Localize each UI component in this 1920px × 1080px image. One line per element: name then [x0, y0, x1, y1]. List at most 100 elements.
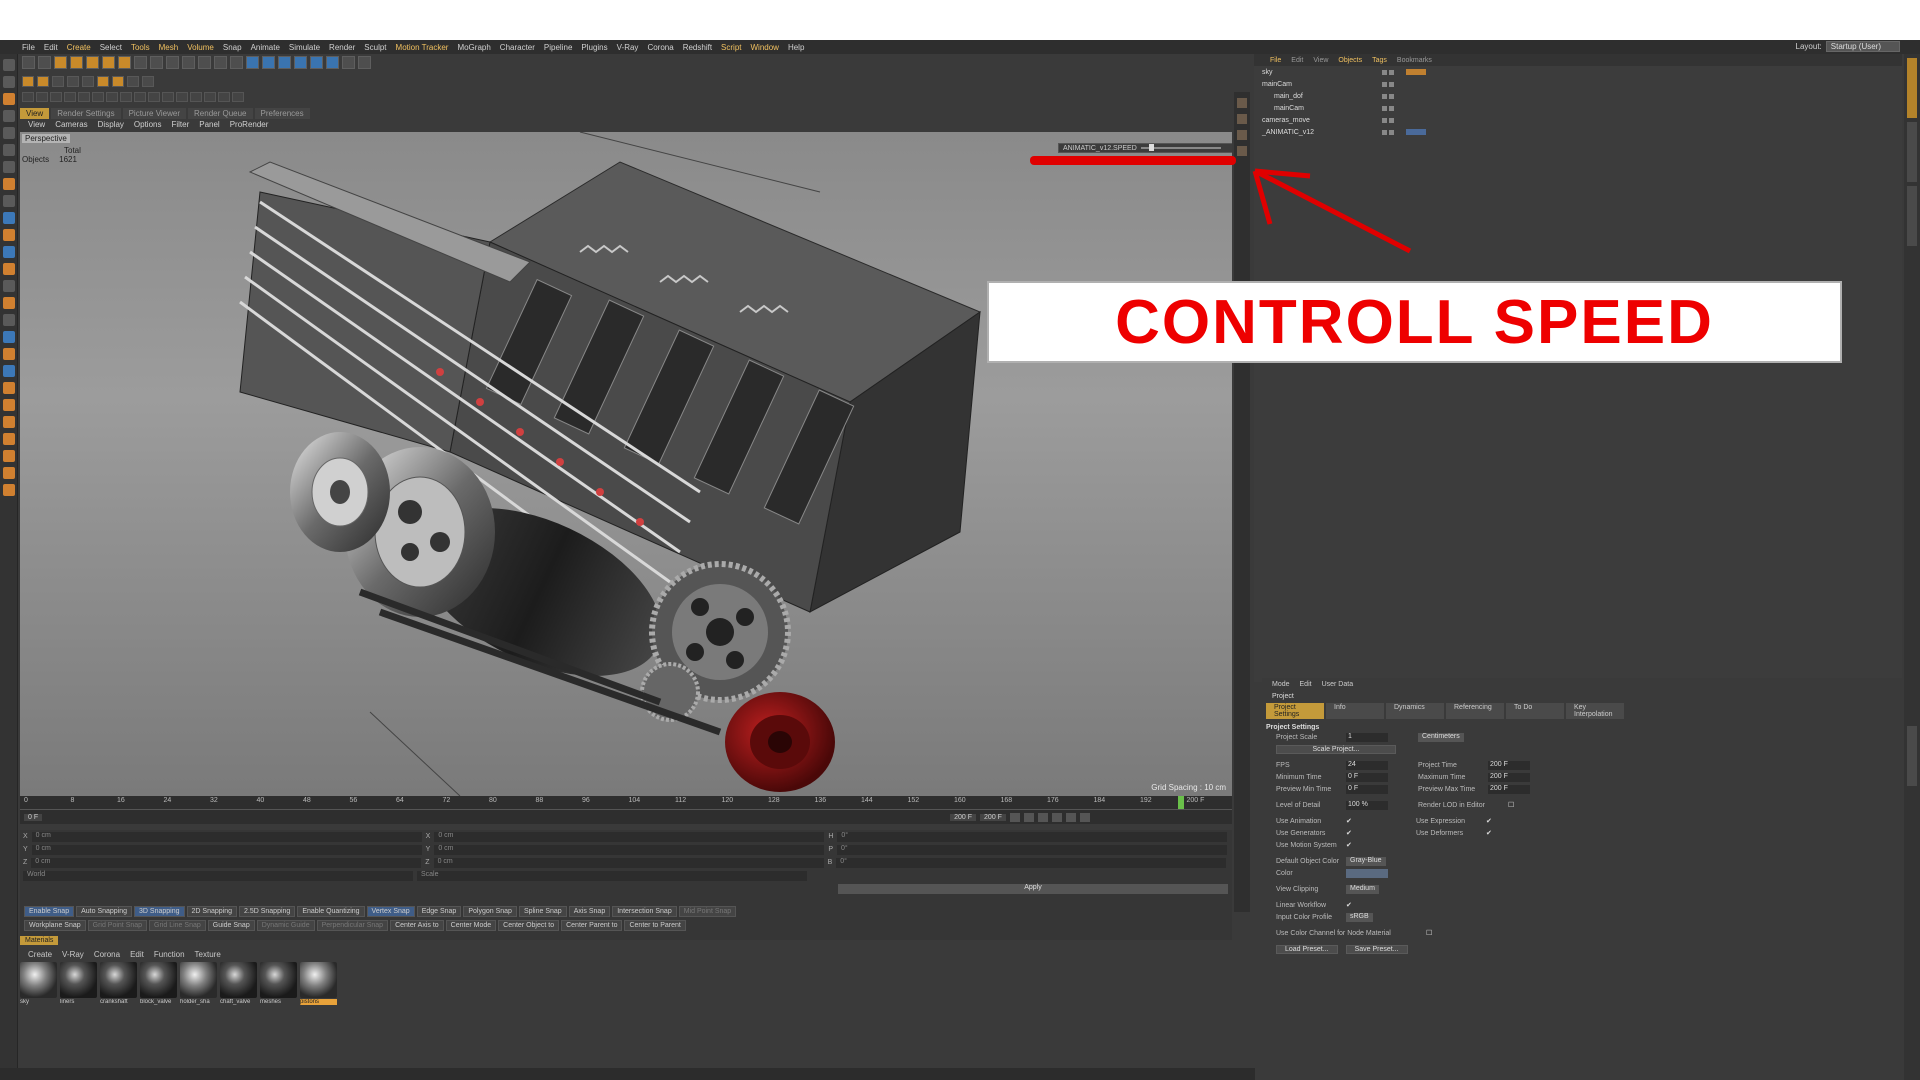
tb3-icon-15[interactable]	[218, 92, 230, 102]
speed-slider-track[interactable]	[1140, 144, 1221, 151]
center-axis-button[interactable]: Center Axis to	[390, 920, 444, 931]
tb2-icon-5[interactable]	[82, 76, 94, 87]
preview-max-field[interactable]: 200 F	[1488, 784, 1530, 794]
script-icon-14[interactable]	[2, 450, 15, 462]
tb3-icon-11[interactable]	[162, 92, 174, 102]
save-preset-button[interactable]: Save Preset...	[1345, 944, 1408, 954]
am-menu-mode[interactable]: Mode	[1272, 681, 1290, 688]
tb3-icon-2[interactable]	[36, 92, 48, 102]
floor-icon[interactable]	[326, 56, 339, 69]
lod-field[interactable]: 100 %	[1346, 800, 1388, 810]
vertex-snap-button[interactable]: Vertex Snap	[366, 906, 415, 917]
enable-snap-button[interactable]: Enable Snap	[24, 906, 75, 917]
side-strip-icon-3[interactable]	[1237, 130, 1247, 140]
tb3-icon-14[interactable]	[204, 92, 216, 102]
project-time-field[interactable]: 200 F	[1488, 760, 1530, 770]
viewport-camera-label[interactable]: Perspective	[22, 134, 70, 143]
render-pv-icon[interactable]	[214, 56, 227, 69]
coord-pos-y[interactable]: 0 cm	[31, 844, 422, 855]
menu-render[interactable]: Render	[329, 43, 355, 52]
mat-menu-edit[interactable]: Edit	[130, 950, 144, 959]
tb3-icon-7[interactable]	[106, 92, 118, 102]
axis-snap-button[interactable]: Axis Snap	[568, 906, 611, 917]
menu-redshift[interactable]: Redshift	[683, 43, 712, 52]
om-menu-file[interactable]: File	[1270, 57, 1281, 64]
snap-icon[interactable]	[2, 212, 15, 224]
subdivision-icon[interactable]	[278, 56, 291, 69]
dynamic-guide-button[interactable]: Dynamic Guide	[256, 920, 315, 931]
side-strip-icon-1[interactable]	[1237, 98, 1247, 108]
fps-field[interactable]: 24	[1346, 760, 1388, 770]
layout-dropdown[interactable]: Startup (User)	[1825, 41, 1900, 52]
object-row-animatic[interactable]: _ANIMATIC_v12	[1254, 126, 1902, 138]
project-scale-field[interactable]: 1	[1346, 732, 1388, 742]
tb3-icon-12[interactable]	[176, 92, 188, 102]
max-time-field[interactable]: 200 F	[1488, 772, 1530, 782]
tb2-icon-6[interactable]	[97, 76, 109, 87]
project-scale-unit-dropdown[interactable]: Centimeters	[1418, 732, 1464, 742]
perspective-viewport[interactable]: Perspective Total Objects 1621 ANIMATIC_v…	[20, 132, 1232, 796]
prev-key-icon[interactable]	[1023, 812, 1034, 822]
object-flags[interactable]	[1382, 69, 1406, 75]
tab-referencing[interactable]: Referencing	[1446, 703, 1504, 719]
vmenu-cameras[interactable]: Cameras	[55, 120, 87, 129]
cloner-icon[interactable]	[294, 56, 307, 69]
tb3-icon-13[interactable]	[190, 92, 202, 102]
recent-tool-icon[interactable]	[118, 56, 131, 69]
render-view-icon[interactable]	[198, 56, 211, 69]
min-time-field[interactable]: 0 F	[1346, 772, 1388, 782]
tab-render-queue[interactable]: Render Queue	[188, 108, 253, 119]
current-frame-field[interactable]: 0 F	[24, 813, 43, 821]
tab-key-interpolation[interactable]: Key Interpolation	[1566, 703, 1624, 719]
vmenu-display[interactable]: Display	[98, 120, 124, 129]
tb3-icon-9[interactable]	[134, 92, 146, 102]
am-menu-edit[interactable]: Edit	[1300, 681, 1312, 688]
light-icon[interactable]	[358, 56, 371, 69]
model-mode-icon[interactable]	[2, 76, 15, 88]
material-meshes[interactable]: meshes	[260, 962, 297, 1005]
script-icon-10[interactable]	[2, 382, 15, 394]
material-block-valve[interactable]: block_valve	[140, 962, 177, 1005]
tab-to-do[interactable]: To Do	[1506, 703, 1564, 719]
center-mode-button[interactable]: Center Mode	[445, 920, 497, 931]
move-icon[interactable]	[70, 56, 83, 69]
om-menu-objects[interactable]: Objects	[1338, 57, 1362, 64]
coord-size-y[interactable]: 0 cm	[434, 844, 825, 855]
input-color-profile-dropdown[interactable]: sRGB	[1346, 912, 1373, 922]
script-icon-9[interactable]	[2, 365, 15, 377]
select-icon[interactable]	[54, 56, 67, 69]
cube-icon[interactable]	[246, 56, 259, 69]
object-row-maincam[interactable]: mainCam	[1254, 78, 1902, 90]
coord-rot-h[interactable]: 0°	[837, 831, 1228, 842]
view-clipping-dropdown[interactable]: Medium	[1346, 884, 1379, 894]
menu-script[interactable]: Script	[721, 43, 741, 52]
vmenu-prorender[interactable]: ProRender	[230, 120, 269, 129]
tb2-icon-2[interactable]	[37, 76, 49, 87]
use-deformers-checkbox[interactable]: ✔	[1486, 829, 1494, 837]
2-5d-snapping-button[interactable]: 2.5D Snapping	[239, 906, 296, 917]
tab-picture-viewer[interactable]: Picture Viewer	[122, 108, 187, 119]
points-mode-icon[interactable]	[2, 127, 15, 139]
material-holder-sha[interactable]: holder_sha	[180, 962, 217, 1005]
mat-menu-create[interactable]: Create	[28, 950, 52, 959]
script-icon-6[interactable]	[2, 314, 15, 326]
tb3-icon-10[interactable]	[148, 92, 160, 102]
center-to-parent-button[interactable]: Center to Parent	[624, 920, 686, 931]
mid-point-snap-button[interactable]: Mid Point Snap	[678, 906, 737, 917]
menu-plugins[interactable]: Plugins	[581, 43, 607, 52]
menu-vray[interactable]: V-Ray	[617, 43, 639, 52]
tb3-icon-1[interactable]	[22, 92, 34, 102]
record-icon[interactable]	[1079, 812, 1090, 822]
color-channel-checkbox[interactable]: ☐	[1426, 929, 1434, 937]
content-browser-side-tab[interactable]	[1907, 186, 1917, 246]
y-axis-icon[interactable]	[150, 56, 163, 69]
side-strip-icon-2[interactable]	[1237, 114, 1247, 124]
tab-info[interactable]: Info	[1326, 703, 1384, 719]
object-row-sky[interactable]: sky	[1254, 66, 1902, 78]
coord-pos-z[interactable]: 0 cm	[31, 857, 422, 868]
undo-icon[interactable]	[22, 56, 35, 69]
script-icon-16[interactable]	[2, 484, 15, 496]
scale-project-button[interactable]: Scale Project...	[1276, 744, 1396, 754]
tab-view[interactable]: View	[20, 108, 50, 119]
pen-icon[interactable]	[262, 56, 275, 69]
